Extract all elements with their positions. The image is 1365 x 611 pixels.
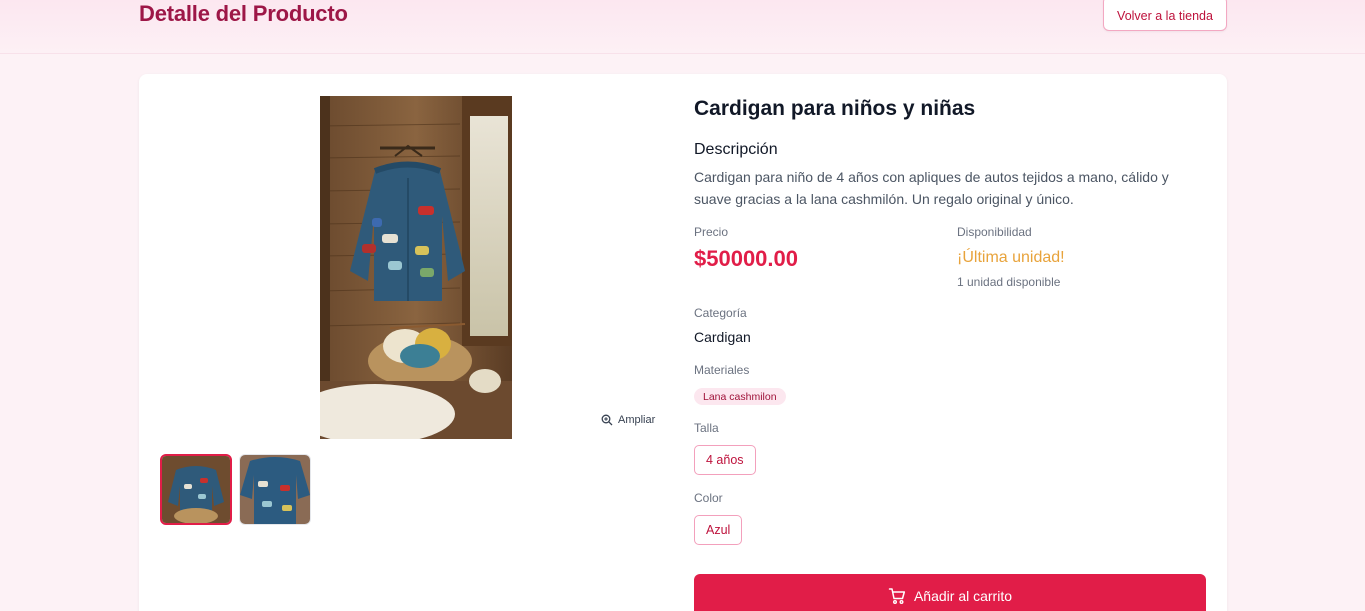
materials-label: Materiales bbox=[694, 363, 750, 377]
thumbnail-image bbox=[162, 456, 230, 523]
product-card: Ampliar Cardigan para niños y niñas Desc… bbox=[139, 74, 1227, 611]
product-name: Cardigan para niños y niñas bbox=[694, 97, 976, 120]
availability-label: Disponibilidad bbox=[957, 225, 1032, 239]
size-option-button[interactable]: 4 años bbox=[694, 445, 756, 475]
page-title: Detalle del Producto bbox=[139, 1, 348, 26]
product-price: $50000.00 bbox=[694, 246, 798, 271]
add-to-cart-label: Añadir al carrito bbox=[913, 588, 1013, 604]
zoom-in-icon bbox=[601, 414, 613, 426]
product-main-image[interactable] bbox=[320, 96, 512, 439]
color-label: Color bbox=[694, 491, 723, 505]
zoom-label: Ampliar bbox=[618, 414, 656, 426]
product-description: Cardigan para niño de 4 años con aplique… bbox=[694, 169, 1169, 207]
cart-icon bbox=[888, 588, 906, 604]
description-heading: Descripción bbox=[694, 141, 778, 158]
back-to-store-button[interactable]: Volver a la tienda bbox=[1103, 0, 1227, 31]
category-label: Categoría bbox=[694, 306, 747, 320]
zoom-button[interactable]: Ampliar bbox=[597, 410, 659, 430]
add-to-cart-button[interactable]: Añadir al carrito bbox=[694, 574, 1206, 611]
material-chip: Lana cashmilon bbox=[694, 388, 786, 405]
thumbnail-2[interactable] bbox=[239, 454, 311, 525]
thumbnail-1[interactable] bbox=[160, 454, 232, 525]
availability-status: ¡Última unidad! bbox=[957, 249, 1065, 266]
category-value: Cardigan bbox=[694, 329, 751, 345]
color-option-button[interactable]: Azul bbox=[694, 515, 743, 545]
size-label: Talla bbox=[694, 421, 719, 435]
price-label: Precio bbox=[694, 225, 729, 239]
cardigan-photo bbox=[320, 96, 512, 439]
page-header: Detalle del Producto Volver a la tienda bbox=[0, 0, 1365, 54]
thumbnail-image bbox=[240, 455, 310, 524]
availability-detail: 1 unidad disponible bbox=[957, 275, 1061, 289]
